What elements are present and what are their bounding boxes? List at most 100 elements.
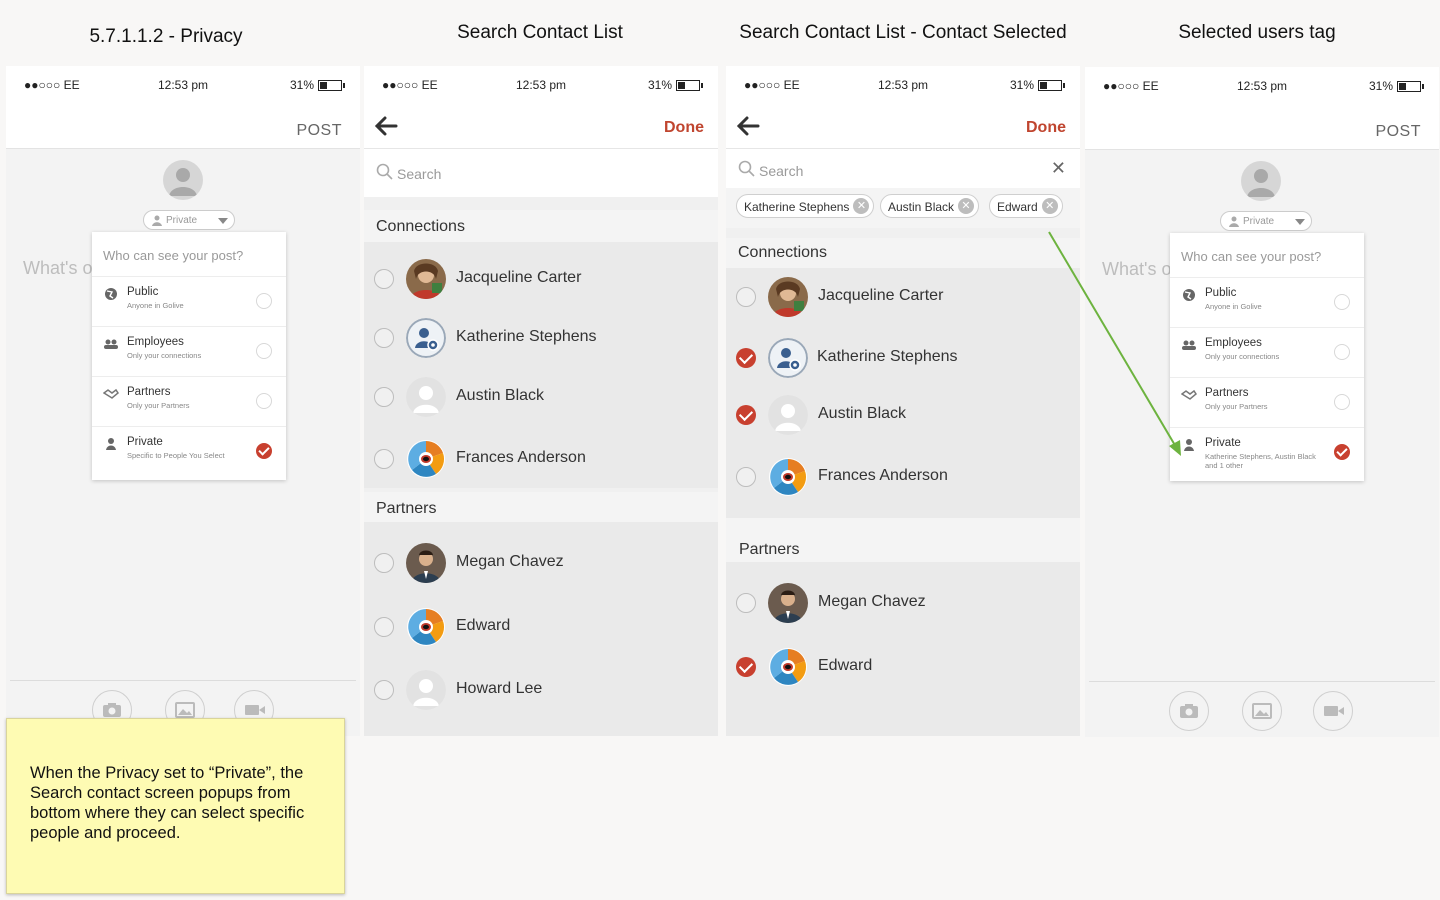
search-input[interactable]: Search xyxy=(364,148,718,197)
chevron-down-icon xyxy=(218,218,228,224)
remove-icon[interactable]: ✕ xyxy=(853,198,870,214)
back-arrow-icon[interactable] xyxy=(734,114,762,138)
option-employees[interactable]: Employees Only your connections xyxy=(92,326,286,377)
contact-name: Edward xyxy=(456,617,511,634)
video-button[interactable] xyxy=(1313,691,1353,731)
list-item[interactable]: Jacqueline Carter xyxy=(364,250,718,308)
label: 31% xyxy=(1009,78,1034,92)
camera-button[interactable] xyxy=(1169,691,1209,731)
image-icon xyxy=(1252,703,1272,719)
option-label: Employees xyxy=(127,336,184,348)
battery-icon xyxy=(1397,80,1424,92)
group-icon xyxy=(104,339,118,349)
handshake-icon xyxy=(103,388,119,399)
option-private[interactable]: Private Katherine Stephens, Austin Black … xyxy=(1170,427,1364,478)
option-label: Private xyxy=(127,436,163,448)
video-icon xyxy=(1324,706,1344,716)
checkbox[interactable] xyxy=(374,387,394,407)
checkbox-checked[interactable] xyxy=(736,405,756,425)
contact-selected-screen: ●●○○○ EE 12:53 pm 31% Done Search ✕ Kathe… xyxy=(726,66,1080,736)
checkbox-checked[interactable] xyxy=(736,348,756,368)
selected-tag-screen: ●●○○○ EE 12:53 pm 31% POST Private What's… xyxy=(1085,67,1439,737)
chip-edward[interactable]: Edward ✕ xyxy=(989,194,1063,218)
option-employees[interactable]: Employees Only your connections xyxy=(1170,327,1364,378)
option-sublabel: Only your Partners xyxy=(127,401,190,410)
avatar xyxy=(406,377,446,417)
list-item[interactable]: Edward xyxy=(364,598,718,656)
avatar xyxy=(1241,161,1281,201)
nav-bar: POST xyxy=(6,104,360,149)
privacy-selector[interactable]: Private xyxy=(1220,211,1312,231)
checkbox[interactable] xyxy=(374,449,394,469)
done-button[interactable]: Done xyxy=(1026,119,1066,137)
post-button[interactable]: POST xyxy=(296,122,342,140)
option-private[interactable]: Private Specific to People You Select xyxy=(92,426,286,477)
checkbox-checked[interactable] xyxy=(736,657,756,677)
option-partners[interactable]: Partners Only your Partners xyxy=(92,376,286,427)
post-text-placeholder[interactable]: What's o xyxy=(23,258,92,279)
search-input[interactable]: Search ✕ xyxy=(726,148,1080,189)
remove-icon[interactable]: ✕ xyxy=(958,198,975,214)
checkbox[interactable] xyxy=(374,553,394,573)
label: Connections xyxy=(376,218,465,235)
privacy-menu: Who can see your post? Public Anyone in G… xyxy=(92,232,286,480)
option-radio[interactable] xyxy=(1334,294,1350,310)
privacy-selector[interactable]: Private xyxy=(143,210,235,230)
remove-icon[interactable]: ✕ xyxy=(1041,198,1058,214)
status-bar: ●●○○○ EE 12:53 pm 31% xyxy=(6,66,360,104)
nav-bar: Done xyxy=(726,104,1080,148)
post-text-placeholder[interactable]: What's o xyxy=(1102,259,1171,280)
list-item[interactable]: Katherine Stephens xyxy=(364,309,718,367)
checkbox[interactable] xyxy=(736,593,756,613)
list-item[interactable]: Megan Chavez xyxy=(726,574,1080,632)
done-button[interactable]: Done xyxy=(664,119,704,137)
avatar xyxy=(768,338,808,378)
avatar xyxy=(406,259,446,299)
contact-name: Edward xyxy=(818,657,873,674)
post-button[interactable]: POST xyxy=(1375,123,1421,141)
option-radio[interactable] xyxy=(1334,344,1350,360)
video-icon xyxy=(245,705,265,715)
list-item[interactable]: Austin Black xyxy=(726,386,1080,444)
divider xyxy=(1089,681,1435,682)
list-item[interactable]: Frances Anderson xyxy=(364,430,718,488)
option-public[interactable]: Public Anyone in Golive xyxy=(1170,277,1364,328)
gallery-button[interactable] xyxy=(1242,691,1282,731)
list-item[interactable]: Megan Chavez xyxy=(364,534,718,592)
list-item[interactable]: Austin Black xyxy=(364,368,718,426)
checkbox[interactable] xyxy=(374,617,394,637)
partners-list: Megan Chavez Edward xyxy=(726,562,1080,736)
contact-name: Jacqueline Carter xyxy=(818,287,944,304)
option-partners[interactable]: Partners Only your Partners xyxy=(1170,377,1364,428)
label: Search xyxy=(759,163,804,179)
chip-katherine[interactable]: Katherine Stephens ✕ xyxy=(736,194,875,218)
checkbox[interactable] xyxy=(374,680,394,700)
checkbox[interactable] xyxy=(374,328,394,348)
radio-public[interactable] xyxy=(256,293,272,309)
list-item[interactable]: Frances Anderson xyxy=(726,448,1080,506)
checkbox[interactable] xyxy=(374,269,394,289)
person-icon xyxy=(1229,216,1239,227)
back-arrow-icon[interactable] xyxy=(372,114,400,138)
list-item[interactable]: Jacqueline Carter xyxy=(726,268,1080,326)
contact-name: Megan Chavez xyxy=(818,593,926,610)
menu-title: Who can see your post? xyxy=(1181,249,1322,264)
radio-partners[interactable] xyxy=(256,393,272,409)
option-radio[interactable] xyxy=(1334,394,1350,410)
radio-private-checked[interactable] xyxy=(256,443,272,459)
option-radio[interactable] xyxy=(1334,444,1350,460)
list-item[interactable]: Edward xyxy=(726,638,1080,696)
chip-austin[interactable]: Austin Black ✕ xyxy=(880,194,980,218)
option-public[interactable]: Public Anyone in Golive xyxy=(92,276,286,327)
list-item[interactable]: Katherine Stephens xyxy=(726,329,1080,387)
option-label: Partners xyxy=(1205,387,1249,399)
clear-icon[interactable]: ✕ xyxy=(1051,158,1066,179)
contact-name: Katherine Stephens xyxy=(817,348,958,365)
checkbox[interactable] xyxy=(736,467,756,487)
checkbox[interactable] xyxy=(736,287,756,307)
camera-icon xyxy=(1180,704,1198,718)
radio-employees[interactable] xyxy=(256,343,272,359)
person-icon xyxy=(1184,439,1194,451)
nav-bar: POST xyxy=(1085,105,1439,150)
list-item[interactable]: Howard Lee xyxy=(364,661,718,719)
